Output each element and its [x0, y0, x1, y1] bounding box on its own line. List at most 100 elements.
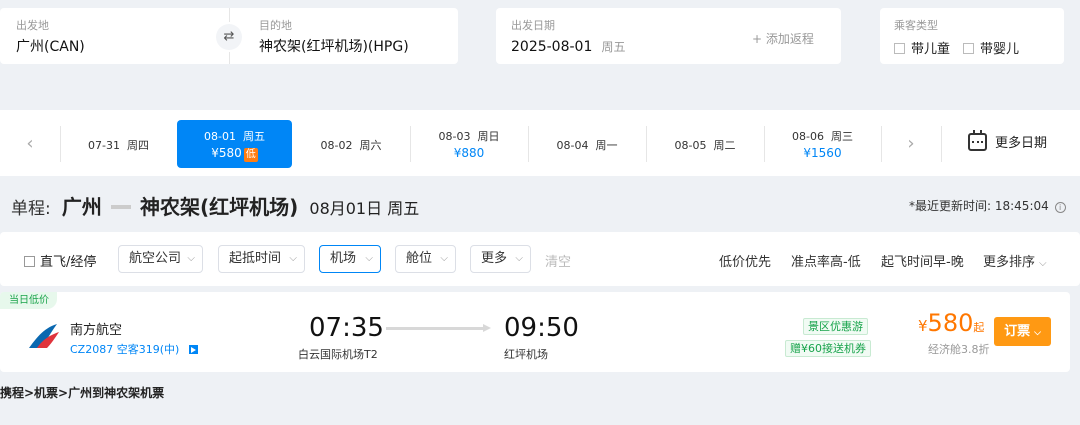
passenger-card: 乘客类型 带儿童 带婴儿 [880, 8, 1064, 64]
update-time: *最近更新时间: 18:45:04 i [909, 197, 1066, 214]
next-dates-button[interactable]: › [881, 122, 941, 166]
date-tab-0802[interactable]: 08-02 周六 [292, 120, 410, 168]
child-checkbox[interactable] [894, 43, 905, 54]
prev-dates-button[interactable]: ‹ [0, 122, 60, 166]
chevron-down-icon: ⌵ [1034, 328, 1041, 338]
arrival-time: 09:50 [504, 313, 579, 343]
book-button-label: 订票 [1004, 324, 1031, 339]
price-value: 580 [927, 309, 974, 337]
time-filter[interactable]: 起抵时间 ⌵ [218, 245, 305, 273]
date-tab-label: 08-06 周三 [764, 128, 881, 144]
chevron-down-icon: ⌵ [187, 253, 195, 264]
date-tab-0805[interactable]: 08-05 周二 [646, 120, 764, 168]
date-tab-label: 08-03 周日 [410, 128, 528, 144]
date-tab-price: ¥580 [211, 146, 242, 160]
date-tab-date: 08-01 [204, 130, 236, 143]
infant-option[interactable]: 带婴儿 [963, 38, 1019, 57]
date-value-wrap: 2025-08-01 周五 [511, 36, 625, 55]
date-tab-weekday: 周日 [477, 130, 500, 143]
cabin-filter[interactable]: 舱位 ⌵ [395, 245, 456, 273]
promo-transfer-tag: 赠¥60接送机券 [785, 340, 871, 357]
airport-filter[interactable]: 机场 ⌵ [319, 245, 381, 273]
departure-time: 07:35 [309, 313, 384, 343]
trip-arrow-icon [110, 205, 131, 209]
info-icon[interactable]: i [1054, 202, 1066, 213]
swap-icon: ⇄ [223, 29, 235, 44]
date-label: 出发日期 [511, 19, 555, 32]
trip-date: 08月01日 周五 [309, 199, 420, 218]
infant-checkbox[interactable] [963, 43, 974, 54]
more-dates-label: 更多日期 [995, 136, 1048, 151]
date-tab-weekday: 周四 [126, 139, 149, 152]
date-tab-0731[interactable]: 07-31 周四 [60, 120, 177, 168]
date-tab-label: 08-02 周六 [292, 137, 410, 153]
date-tab-0804[interactable]: 08-04 周一 [528, 120, 646, 168]
date-value: 2025-08-01 [511, 39, 593, 55]
more-filter-label: 更多 [481, 251, 508, 266]
more-dates-button[interactable]: 更多日期 [968, 130, 1048, 151]
date-tab-date: 08-02 [320, 139, 353, 152]
passenger-label: 乘客类型 [894, 19, 938, 32]
add-return-button[interactable]: + 添加返程 [752, 30, 814, 47]
infant-label: 带婴儿 [980, 42, 1020, 57]
flight-number-text: CZ2087 空客319(中) [70, 343, 180, 356]
price-symbol: ¥ [918, 317, 928, 335]
origin-value: 广州(CAN) [16, 39, 85, 55]
chevron-down-icon: ⌵ [515, 253, 523, 264]
origin-label: 出发地 [16, 19, 49, 32]
clear-filters-button[interactable]: 清空 [545, 251, 571, 270]
cabin-filter-label: 舱位 [406, 251, 433, 266]
divider [941, 126, 942, 162]
airline-filter[interactable]: 航空公司 ⌵ [118, 245, 203, 273]
child-option[interactable]: 带儿童 [894, 38, 950, 57]
cabin-discount: 经济舱3.8折 [928, 343, 990, 356]
more-sort[interactable]: 更多排序 ⌵ [983, 251, 1047, 270]
share-icon[interactable] [188, 345, 198, 354]
date-tab-0806[interactable]: 08-06 周三 ¥1560 [764, 120, 881, 168]
airline-logo [27, 322, 61, 350]
date-tab-label: 08-05 周二 [646, 137, 764, 153]
date-tab-weekday: 周一 [595, 139, 618, 152]
date-weekday: 周五 [601, 40, 626, 54]
date-tab-0801[interactable]: 08-01 周五 ¥580 低 [177, 120, 292, 168]
calendar-icon [968, 130, 987, 151]
date-tab-weekday: 周五 [242, 130, 265, 143]
date-strip: ‹ 07-31 周四 08-01 周五 ¥580 低 08-02 周六 08-03… [0, 110, 1080, 176]
divider [229, 52, 230, 64]
arrow-head-icon [483, 324, 491, 332]
trip-origin: 广州 [61, 195, 102, 219]
date-tab-date: 07-31 [88, 139, 120, 152]
promo-scenic-tag: 景区优惠游 [803, 318, 868, 335]
trip-destination: 神农架(红坪机场) [140, 195, 299, 219]
sort-ontime[interactable]: 准点率高-低 [791, 251, 861, 270]
swap-button[interactable]: ⇄ [216, 24, 242, 50]
airline-name: 南方航空 [70, 323, 123, 338]
chevron-down-icon: ⌵ [1039, 258, 1047, 269]
time-filter-label: 起抵时间 [229, 251, 282, 266]
airline-filter-label: 航空公司 [129, 251, 182, 266]
chevron-right-icon: › [907, 133, 915, 154]
origin-field[interactable]: 出发地 广州(CAN) [16, 17, 216, 56]
chevron-down-icon: ⌵ [289, 253, 297, 264]
low-price-badge: 低 [243, 148, 258, 162]
date-card[interactable]: 出发日期 2025-08-01 周五 + 添加返程 [496, 8, 841, 64]
date-tab-weekday: 周二 [713, 139, 736, 152]
book-button[interactable]: 订票 ⌵ [994, 317, 1051, 346]
date-tab-label: 08-01 周五 [177, 128, 292, 144]
more-filter[interactable]: 更多 ⌵ [470, 245, 531, 273]
date-tab-price: ¥880 [453, 146, 485, 160]
date-tab-price-wrap: ¥580 低 [177, 146, 292, 162]
breadcrumb[interactable]: 携程>机票>广州到神农架机票 [0, 384, 164, 401]
sort-price[interactable]: 低价优先 [719, 251, 771, 270]
date-tab-date: 08-06 [792, 130, 824, 143]
destination-field[interactable]: 目的地 神农架(红坪机场)(HPG) [259, 17, 449, 56]
date-field[interactable]: 出发日期 2025-08-01 周五 [511, 17, 625, 55]
airport-filter-label: 机场 [330, 251, 357, 266]
date-tab-price: ¥1560 [803, 146, 842, 160]
direct-checkbox[interactable] [24, 256, 35, 267]
flight-number[interactable]: CZ2087 空客319(中) [70, 341, 198, 357]
sort-departure[interactable]: 起飞时间早-晚 [881, 251, 964, 270]
direct-filter[interactable]: 直飞/经停 [24, 251, 96, 270]
arrival-airport: 红坪机场 [504, 348, 548, 361]
date-tab-0803[interactable]: 08-03 周日 ¥880 [410, 120, 528, 168]
